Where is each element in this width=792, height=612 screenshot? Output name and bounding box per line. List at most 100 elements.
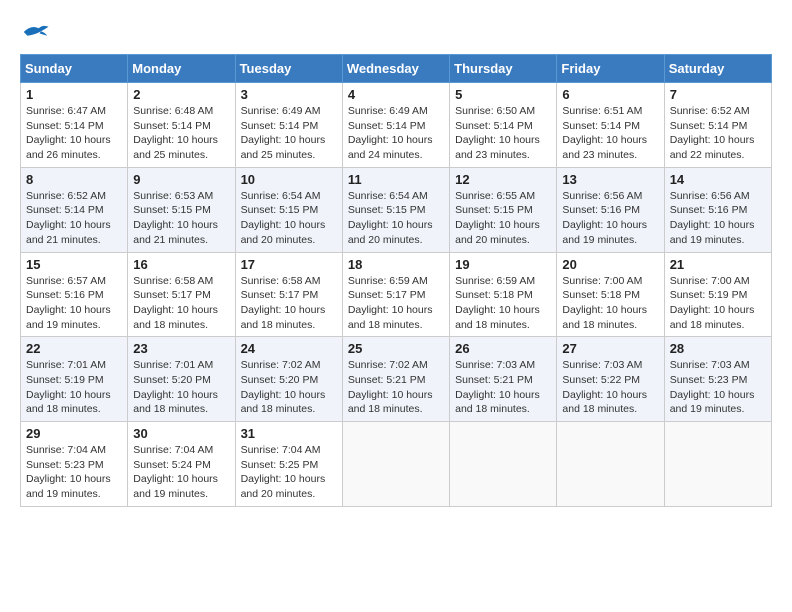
calendar-cell: 21 Sunrise: 7:00 AM Sunset: 5:19 PM Dayli… xyxy=(664,252,771,337)
day-number: 16 xyxy=(133,257,229,272)
day-number: 1 xyxy=(26,87,122,102)
calendar-cell: 10 Sunrise: 6:54 AM Sunset: 5:15 PM Dayli… xyxy=(235,167,342,252)
day-info: Sunrise: 6:54 AM Sunset: 5:15 PM Dayligh… xyxy=(348,189,444,248)
day-info: Sunrise: 7:03 AM Sunset: 5:21 PM Dayligh… xyxy=(455,358,551,417)
calendar-week-row: 1 Sunrise: 6:47 AM Sunset: 5:14 PM Daylig… xyxy=(21,83,772,168)
calendar-cell: 29 Sunrise: 7:04 AM Sunset: 5:23 PM Dayli… xyxy=(21,422,128,507)
calendar-cell xyxy=(664,422,771,507)
calendar-week-row: 15 Sunrise: 6:57 AM Sunset: 5:16 PM Dayli… xyxy=(21,252,772,337)
calendar-cell: 12 Sunrise: 6:55 AM Sunset: 5:15 PM Dayli… xyxy=(450,167,557,252)
day-info: Sunrise: 7:04 AM Sunset: 5:23 PM Dayligh… xyxy=(26,443,122,502)
calendar-cell: 24 Sunrise: 7:02 AM Sunset: 5:20 PM Dayli… xyxy=(235,337,342,422)
day-number: 24 xyxy=(241,341,337,356)
day-number: 29 xyxy=(26,426,122,441)
day-number: 25 xyxy=(348,341,444,356)
day-number: 10 xyxy=(241,172,337,187)
day-info: Sunrise: 7:04 AM Sunset: 5:25 PM Dayligh… xyxy=(241,443,337,502)
day-number: 27 xyxy=(562,341,658,356)
day-number: 12 xyxy=(455,172,551,187)
day-info: Sunrise: 7:00 AM Sunset: 5:19 PM Dayligh… xyxy=(670,274,766,333)
calendar-cell: 16Sunrise: 6:58 AM Sunset: 5:17 PM Dayli… xyxy=(128,252,235,337)
day-number: 21 xyxy=(670,257,766,272)
calendar-cell: 15 Sunrise: 6:57 AM Sunset: 5:16 PM Dayli… xyxy=(21,252,128,337)
day-info: Sunrise: 7:01 AM Sunset: 5:19 PM Dayligh… xyxy=(26,358,122,417)
calendar-cell: 31 Sunrise: 7:04 AM Sunset: 5:25 PM Dayli… xyxy=(235,422,342,507)
calendar-table: SundayMondayTuesdayWednesdayThursdayFrid… xyxy=(20,54,772,507)
day-info: Sunrise: 6:55 AM Sunset: 5:15 PM Dayligh… xyxy=(455,189,551,248)
calendar-cell: 6 Sunrise: 6:51 AM Sunset: 5:14 PM Daylig… xyxy=(557,83,664,168)
calendar-cell: 4Sunrise: 6:49 AM Sunset: 5:14 PM Daylig… xyxy=(342,83,449,168)
day-info: Sunrise: 7:02 AM Sunset: 5:21 PM Dayligh… xyxy=(348,358,444,417)
calendar-cell: 20 Sunrise: 7:00 AM Sunset: 5:18 PM Dayli… xyxy=(557,252,664,337)
weekday-header-thursday: Thursday xyxy=(450,55,557,83)
weekday-header-friday: Friday xyxy=(557,55,664,83)
calendar-cell: 26 Sunrise: 7:03 AM Sunset: 5:21 PM Dayli… xyxy=(450,337,557,422)
day-info: Sunrise: 6:48 AM Sunset: 5:14 PM Dayligh… xyxy=(133,104,229,163)
day-number: 3 xyxy=(241,87,337,102)
day-info: Sunrise: 6:53 AM Sunset: 5:15 PM Dayligh… xyxy=(133,189,229,248)
day-number: 5 xyxy=(455,87,551,102)
day-info: Sunrise: 6:59 AM Sunset: 5:18 PM Dayligh… xyxy=(455,274,551,333)
day-number: 15 xyxy=(26,257,122,272)
day-info: Sunrise: 6:54 AM Sunset: 5:15 PM Dayligh… xyxy=(241,189,337,248)
day-info: Sunrise: 6:56 AM Sunset: 5:16 PM Dayligh… xyxy=(670,189,766,248)
day-info: Sunrise: 7:03 AM Sunset: 5:22 PM Dayligh… xyxy=(562,358,658,417)
day-info: Sunrise: 6:51 AM Sunset: 5:14 PM Dayligh… xyxy=(562,104,658,163)
calendar-cell: 9Sunrise: 6:53 AM Sunset: 5:15 PM Daylig… xyxy=(128,167,235,252)
calendar-cell: 22 Sunrise: 7:01 AM Sunset: 5:19 PM Dayli… xyxy=(21,337,128,422)
calendar-cell xyxy=(557,422,664,507)
day-number: 28 xyxy=(670,341,766,356)
calendar-cell: 13 Sunrise: 6:56 AM Sunset: 5:16 PM Dayli… xyxy=(557,167,664,252)
day-number: 30 xyxy=(133,426,229,441)
day-number: 13 xyxy=(562,172,658,187)
day-info: Sunrise: 7:02 AM Sunset: 5:20 PM Dayligh… xyxy=(241,358,337,417)
day-number: 7 xyxy=(670,87,766,102)
weekday-header-tuesday: Tuesday xyxy=(235,55,342,83)
calendar-cell: 7 Sunrise: 6:52 AM Sunset: 5:14 PM Daylig… xyxy=(664,83,771,168)
day-number: 2 xyxy=(133,87,229,102)
day-info: Sunrise: 6:50 AM Sunset: 5:14 PM Dayligh… xyxy=(455,104,551,163)
calendar-cell: 2 Sunrise: 6:48 AM Sunset: 5:14 PM Daylig… xyxy=(128,83,235,168)
day-number: 4 xyxy=(348,87,444,102)
page-header xyxy=(20,20,772,44)
day-info: Sunrise: 6:49 AM Sunset: 5:14 PM Dayligh… xyxy=(241,104,337,163)
calendar-cell: 23Sunrise: 7:01 AM Sunset: 5:20 PM Dayli… xyxy=(128,337,235,422)
day-number: 22 xyxy=(26,341,122,356)
calendar-cell: 1 Sunrise: 6:47 AM Sunset: 5:14 PM Daylig… xyxy=(21,83,128,168)
calendar-cell: 11 Sunrise: 6:54 AM Sunset: 5:15 PM Dayli… xyxy=(342,167,449,252)
calendar-week-row: 29 Sunrise: 7:04 AM Sunset: 5:23 PM Dayli… xyxy=(21,422,772,507)
calendar-cell: 28 Sunrise: 7:03 AM Sunset: 5:23 PM Dayli… xyxy=(664,337,771,422)
day-info: Sunrise: 6:52 AM Sunset: 5:14 PM Dayligh… xyxy=(670,104,766,163)
calendar-cell xyxy=(342,422,449,507)
calendar-cell: 30Sunrise: 7:04 AM Sunset: 5:24 PM Dayli… xyxy=(128,422,235,507)
calendar-cell: 25 Sunrise: 7:02 AM Sunset: 5:21 PM Dayli… xyxy=(342,337,449,422)
day-number: 20 xyxy=(562,257,658,272)
calendar-cell: 3 Sunrise: 6:49 AM Sunset: 5:14 PM Daylig… xyxy=(235,83,342,168)
day-number: 11 xyxy=(348,172,444,187)
weekday-header-wednesday: Wednesday xyxy=(342,55,449,83)
day-number: 19 xyxy=(455,257,551,272)
calendar-cell xyxy=(450,422,557,507)
day-info: Sunrise: 7:00 AM Sunset: 5:18 PM Dayligh… xyxy=(562,274,658,333)
calendar-week-row: 22 Sunrise: 7:01 AM Sunset: 5:19 PM Dayli… xyxy=(21,337,772,422)
day-number: 23 xyxy=(133,341,229,356)
day-number: 6 xyxy=(562,87,658,102)
day-number: 8 xyxy=(26,172,122,187)
weekday-header-saturday: Saturday xyxy=(664,55,771,83)
calendar-cell: 17Sunrise: 6:58 AM Sunset: 5:17 PM Dayli… xyxy=(235,252,342,337)
calendar-cell: 14Sunrise: 6:56 AM Sunset: 5:16 PM Dayli… xyxy=(664,167,771,252)
day-number: 26 xyxy=(455,341,551,356)
day-info: Sunrise: 6:47 AM Sunset: 5:14 PM Dayligh… xyxy=(26,104,122,163)
day-info: Sunrise: 7:03 AM Sunset: 5:23 PM Dayligh… xyxy=(670,358,766,417)
logo-bird-icon xyxy=(20,20,50,44)
calendar-cell: 8 Sunrise: 6:52 AM Sunset: 5:14 PM Daylig… xyxy=(21,167,128,252)
day-info: Sunrise: 6:57 AM Sunset: 5:16 PM Dayligh… xyxy=(26,274,122,333)
weekday-header-monday: Monday xyxy=(128,55,235,83)
day-info: Sunrise: 6:52 AM Sunset: 5:14 PM Dayligh… xyxy=(26,189,122,248)
day-number: 31 xyxy=(241,426,337,441)
day-info: Sunrise: 6:56 AM Sunset: 5:16 PM Dayligh… xyxy=(562,189,658,248)
calendar-week-row: 8 Sunrise: 6:52 AM Sunset: 5:14 PM Daylig… xyxy=(21,167,772,252)
calendar-cell: 5 Sunrise: 6:50 AM Sunset: 5:14 PM Daylig… xyxy=(450,83,557,168)
day-number: 18 xyxy=(348,257,444,272)
logo xyxy=(20,20,54,44)
